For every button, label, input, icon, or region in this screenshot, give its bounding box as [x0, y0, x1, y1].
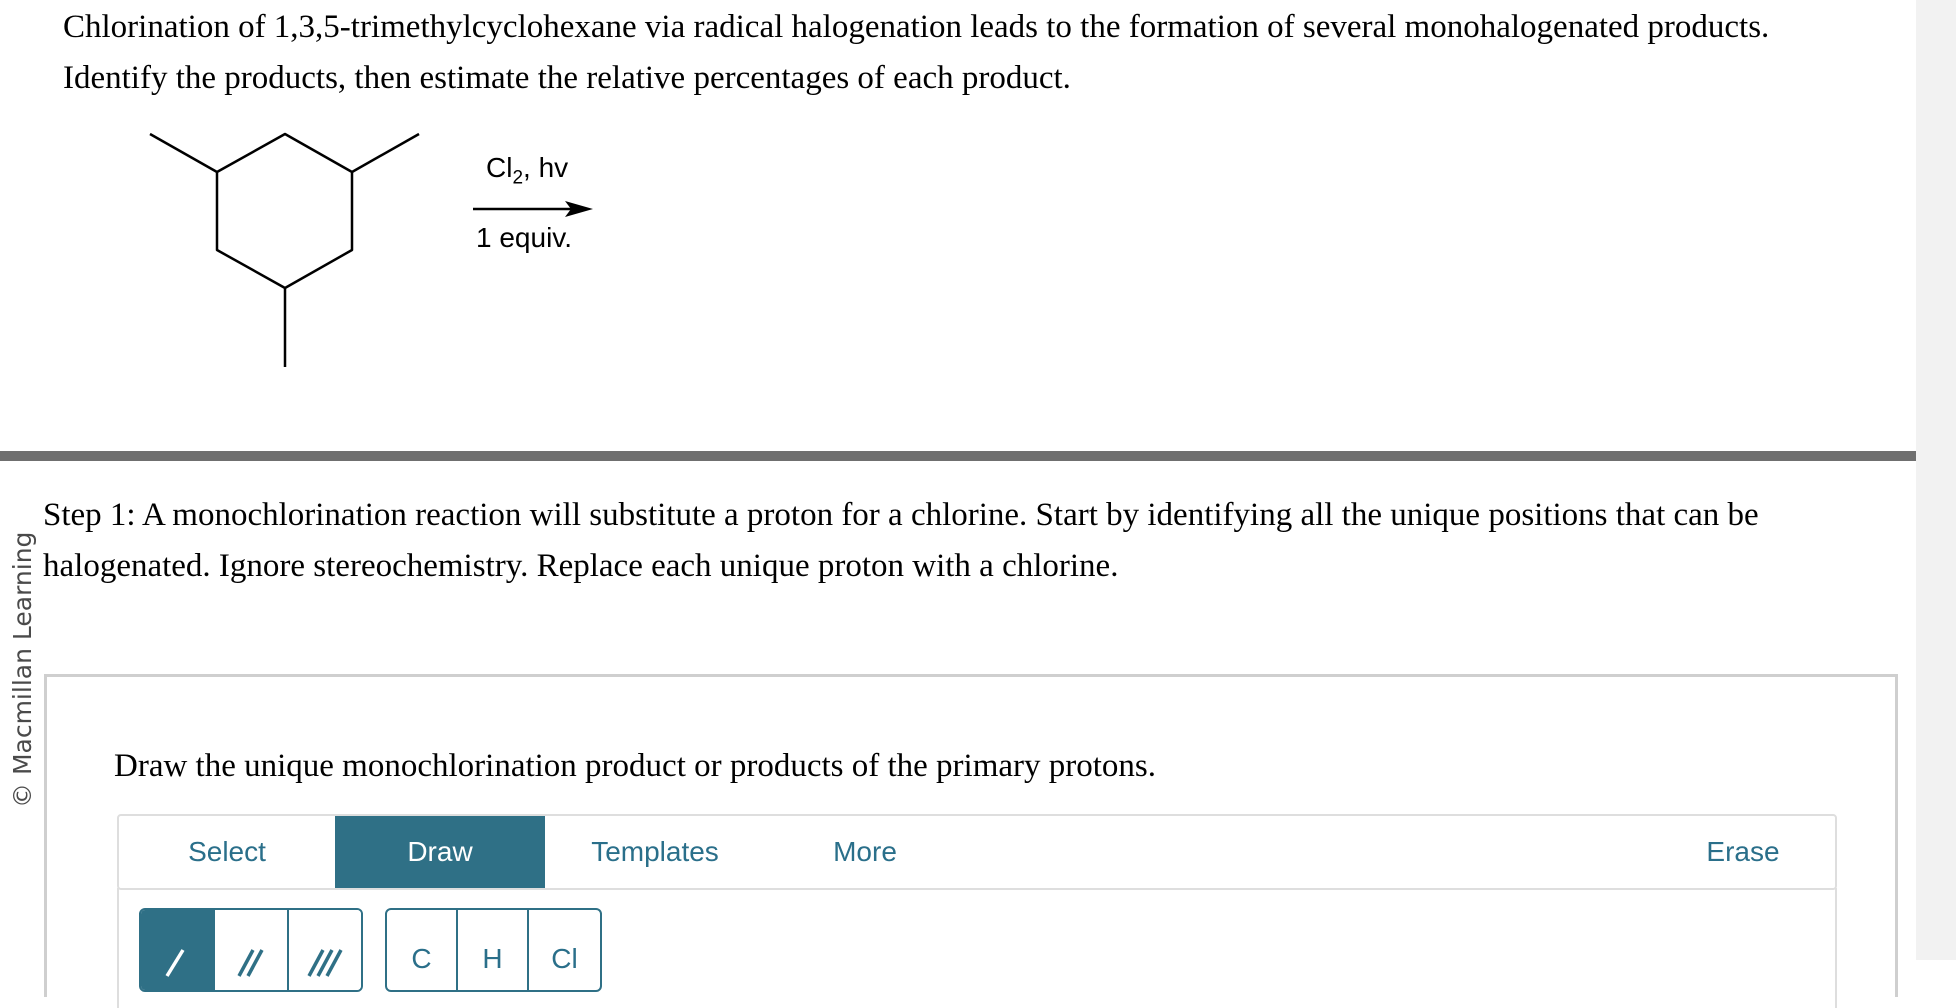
right-gutter — [1916, 0, 1956, 960]
tab-select[interactable]: Select — [119, 816, 335, 888]
question-text: Chlorination of 1,3,5-trimethylcyclohexa… — [63, 9, 1770, 96]
atom-tool-group: C H Cl — [385, 908, 602, 992]
atom-chlorine-button[interactable]: Cl — [529, 910, 600, 990]
erase-button[interactable]: Erase — [1675, 816, 1811, 888]
double-bond-button[interactable] — [215, 910, 289, 990]
atom-hydrogen-button[interactable]: H — [458, 910, 529, 990]
single-bond-button[interactable] — [141, 910, 215, 990]
copyright-notice: © Macmillan Learning — [8, 531, 37, 808]
step-instructions: Step 1: A monochlorination reaction will… — [43, 497, 1759, 584]
triple-bond-button[interactable] — [289, 910, 361, 990]
section-divider — [0, 451, 1916, 461]
double-bond-icon — [237, 949, 264, 977]
editor-toolbar: Select Draw Templates More Erase — [117, 814, 1837, 890]
reagent-label: Cl2, hv — [486, 152, 569, 189]
trimethylcyclohexane-structure — [149, 132, 420, 367]
drawing-panel: Draw the unique monochlorination product… — [44, 674, 1898, 1008]
atom-carbon-button[interactable]: C — [387, 910, 458, 990]
reaction-arrow-icon — [473, 201, 593, 217]
single-bond-icon — [165, 949, 185, 977]
reaction-condition: 1 equiv. — [476, 222, 572, 253]
bond-tool-group — [139, 908, 363, 992]
panel-prompt: Draw the unique monochlorination product… — [114, 748, 1157, 784]
drawing-canvas[interactable]: C H Cl — [117, 888, 1837, 1008]
tab-more[interactable]: More — [765, 816, 965, 888]
triple-bond-icon — [307, 949, 343, 977]
tab-templates[interactable]: Templates — [545, 816, 765, 888]
tab-draw[interactable]: Draw — [335, 816, 545, 888]
